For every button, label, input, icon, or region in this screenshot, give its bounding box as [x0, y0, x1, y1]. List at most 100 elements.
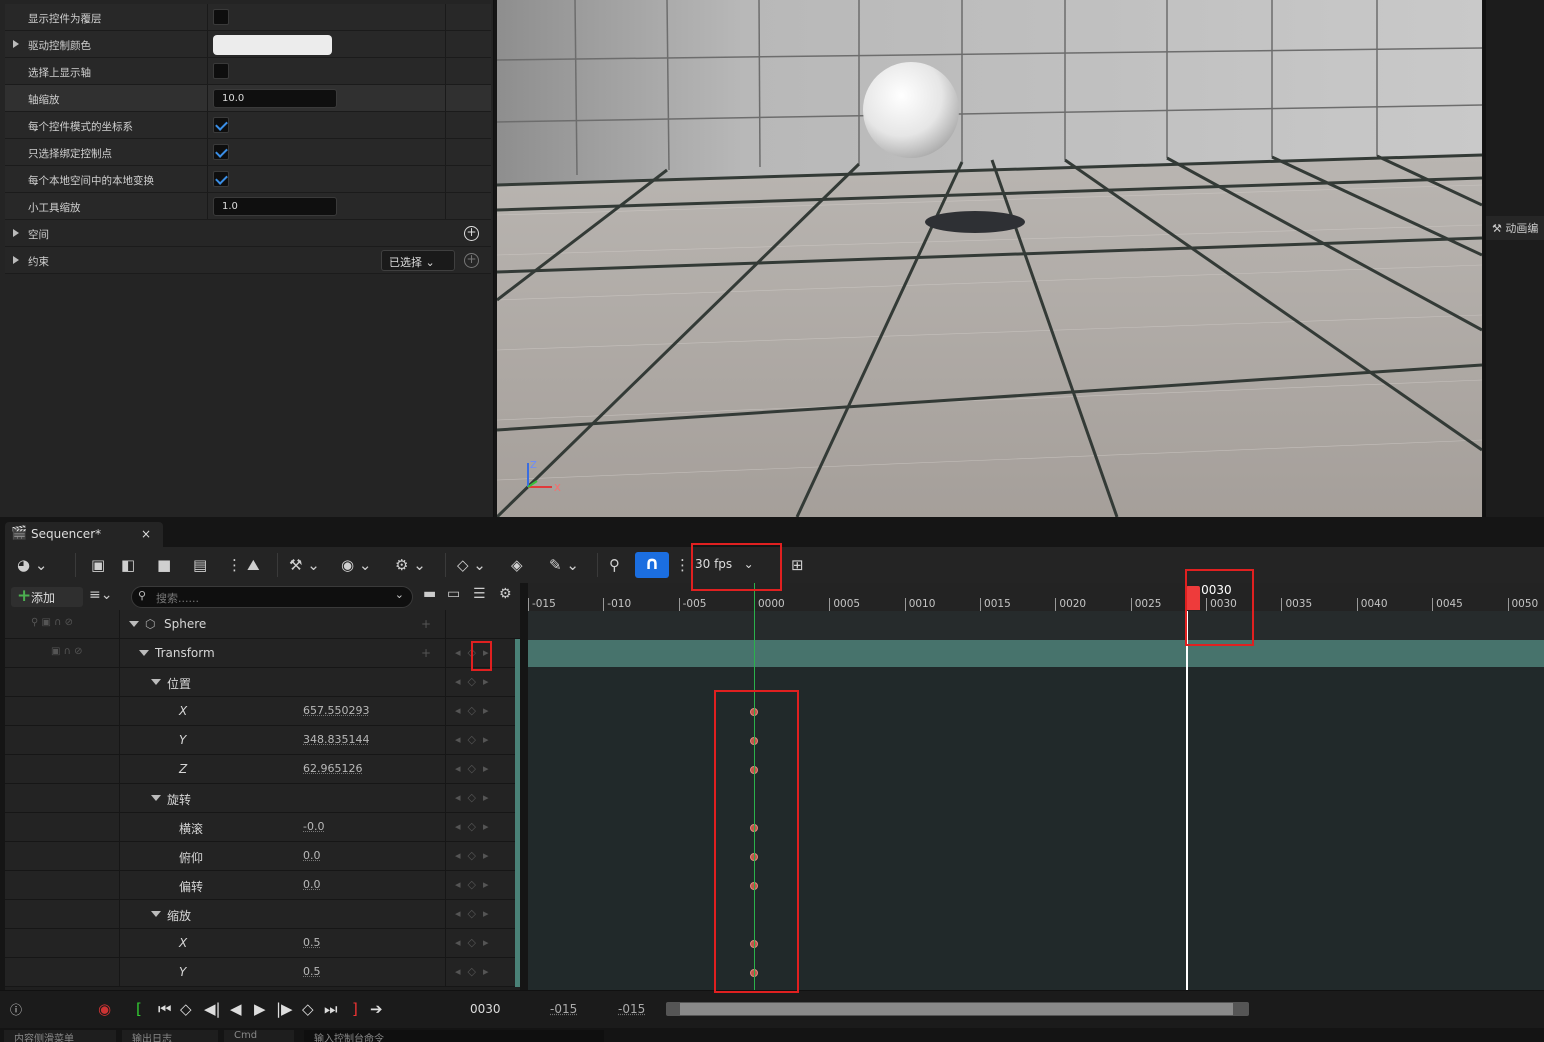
track-value-field[interactable]: 0.5 [303, 965, 321, 978]
jump-to-start-icon[interactable]: ⏮ [158, 1000, 172, 1018]
track-row[interactable]: Z 62.965126 ◂◇▸ [5, 755, 520, 784]
collapse-arrow-icon[interactable] [151, 795, 161, 801]
auto-key-icon[interactable]: ◈ [511, 555, 523, 575]
track-row[interactable]: 俯仰 0.0 ◂◇▸ [5, 842, 520, 871]
key-navigation-icons[interactable]: ◂◇▸ [455, 733, 496, 746]
color-swatch[interactable] [213, 35, 332, 55]
save-sequence-icon[interactable]: ▣ [91, 555, 105, 575]
key-navigation-icons[interactable]: ◂◇▸ [455, 907, 496, 920]
key-navigation-icons[interactable]: ◂◇▸ [455, 849, 496, 862]
filter-icon[interactable]: ≡⌄ [89, 587, 112, 603]
loop-arrow-icon[interactable]: ➔ [370, 1000, 383, 1018]
fps-dropdown[interactable]: 30 fps ⌄ [695, 557, 754, 571]
only-select-rig-checkbox[interactable] [213, 144, 229, 160]
jump-to-end-icon[interactable]: ⏭ [324, 1000, 338, 1018]
info-icon[interactable]: ⓘ [10, 1001, 22, 1018]
set-start-icon[interactable]: [ [136, 1000, 142, 1018]
animation-tab[interactable]: ⚒ 动画编 [1486, 216, 1544, 240]
coord-system-checkbox[interactable] [213, 117, 229, 133]
current-frame-field[interactable]: 0030 [470, 1002, 501, 1016]
key-navigation-icons[interactable]: ◂◇▸ [455, 675, 496, 688]
track-value-field[interactable]: -0.0 [303, 820, 324, 833]
collapse-arrow-icon[interactable] [151, 679, 161, 685]
key-navigation-icons[interactable]: ◂◇▸ [455, 791, 496, 804]
set-end-icon[interactable]: ] [352, 1000, 358, 1018]
key-interpolation-icon[interactable]: ◇ ⌄ [457, 555, 486, 575]
level-viewport[interactable]: Z X [497, 0, 1482, 517]
step-back-icon[interactable]: ◀| [204, 1000, 221, 1018]
key-navigation-icons[interactable]: ◂◇▸ [455, 762, 496, 775]
collapse-arrow-icon[interactable] [151, 911, 161, 917]
tools-icon[interactable]: ⚒ ⌄ [289, 555, 320, 575]
sequencer-tab[interactable]: 🎬 Sequencer* × [5, 522, 163, 548]
expand-icon[interactable]: ▭ [447, 586, 460, 602]
local-transforms-checkbox[interactable] [213, 171, 229, 187]
edit-mode-icon[interactable]: ✎ ⌄ [549, 555, 579, 575]
settings-gear-icon[interactable]: ⚙ [499, 586, 512, 602]
add-subtrack-icon[interactable]: + [421, 646, 431, 660]
add-space-icon[interactable]: + [464, 226, 479, 241]
track-row[interactable]: X 0.5 ◂◇▸ [5, 929, 520, 958]
key-navigation-icons[interactable]: ◂◇▸ [455, 704, 496, 717]
track-value-field[interactable]: 348.835144 [303, 733, 369, 746]
prev-key-icon[interactable]: ◇ [180, 1000, 192, 1018]
track-row[interactable]: 位置 ◂◇▸ [5, 668, 520, 697]
key-navigation-icons[interactable]: ◂◇▸ [455, 646, 496, 659]
render-movie-icon[interactable]: ▤ [193, 555, 207, 575]
sequence-actions-icon[interactable]: ⛰ [247, 555, 260, 575]
next-key-icon[interactable]: ◇ [302, 1000, 314, 1018]
key-navigation-icons[interactable]: ◂◇▸ [455, 965, 496, 978]
record-icon[interactable]: ◉ [98, 1000, 111, 1018]
more-options-icon[interactable]: ⋮ [227, 555, 242, 575]
find-asset-icon[interactable]: ◧ [121, 555, 135, 575]
track-row[interactable]: Y 0.5 ◂◇▸ [5, 958, 520, 987]
track-row[interactable]: ⬡ ⚲ ▣ ∩ ⊘ Sphere + [5, 610, 520, 639]
track-value-field[interactable]: 0.0 [303, 878, 321, 891]
track-search-input[interactable]: ⚲ 搜索...... ⌄ [131, 586, 413, 608]
track-value-field[interactable]: 0.0 [303, 849, 321, 862]
show-axis-checkbox[interactable] [213, 63, 229, 79]
camera-icon[interactable]: ■ [157, 555, 171, 575]
curve-editor-icon[interactable]: ⊞ [791, 555, 804, 575]
collapse-icon[interactable]: ▬ [423, 586, 436, 602]
sequencer-timeline[interactable]: -015 -010 -005 0000 0005 0010 0015 0020 0025 0030… [528, 583, 1544, 990]
show-widgets-overlay-checkbox[interactable] [213, 9, 229, 25]
track-value-field[interactable]: 657.550293 [303, 704, 369, 717]
location-pin-icon[interactable]: ⚲ [609, 555, 620, 575]
play-icon[interactable]: ▶ [254, 1000, 266, 1018]
track-row[interactable]: 旋转 ◂◇▸ [5, 784, 520, 813]
scrollbar-thumb[interactable] [680, 1003, 1233, 1015]
add-subtrack-icon[interactable]: + [421, 617, 431, 631]
track-row[interactable]: X 657.550293 ◂◇▸ [5, 697, 520, 726]
playhead-handle[interactable] [1186, 586, 1201, 610]
view-options-icon[interactable]: ◉ ⌄ [341, 555, 371, 575]
add-track-button[interactable]: + 添加 [11, 586, 83, 607]
timeline-row-transform-section[interactable] [528, 640, 1544, 667]
timeline-tracks[interactable] [528, 611, 1544, 990]
playhead-line[interactable] [1186, 611, 1189, 990]
world-icon[interactable]: ◕ ⌄ [17, 555, 47, 575]
cmd-tab[interactable]: Cmd [224, 1030, 294, 1042]
collapse-arrow-icon[interactable] [139, 650, 149, 656]
timeline-scrollbar[interactable] [666, 1002, 1249, 1016]
track-row[interactable]: ▣ ∩ ⊘ Transform + ◂◇▸ [5, 639, 520, 668]
playback-options-icon[interactable]: ⚙ ⌄ [395, 555, 426, 575]
time-ruler[interactable]: -015 -010 -005 0000 0005 0010 0015 0020 0025 0030… [528, 583, 1544, 611]
track-row[interactable]: 横滚 -0.0 ◂◇▸ [5, 813, 520, 842]
close-tab-icon[interactable]: × [141, 527, 151, 541]
key-navigation-icons[interactable]: ◂◇▸ [455, 820, 496, 833]
track-lock-mute-icons[interactable]: ⚲ ▣ ∩ ⊘ [31, 617, 73, 628]
gizmo-scale-input[interactable]: 1.0 [213, 197, 337, 216]
track-lock-mute-icons[interactable]: ▣ ∩ ⊘ [51, 646, 83, 657]
content-drawer-tab[interactable]: 内容侧滑菜单 [4, 1030, 116, 1042]
step-forward-icon[interactable]: |▶ [276, 1000, 293, 1018]
play-reverse-icon[interactable]: ◀ [230, 1000, 242, 1018]
add-constraint-icon[interactable]: + [464, 253, 479, 268]
track-value-field[interactable]: 62.965126 [303, 762, 363, 775]
selected-dropdown[interactable]: 已选择 ⌄ [381, 250, 455, 271]
snap-options-icon[interactable]: ⋮ [675, 555, 690, 575]
expand-arrow-icon[interactable] [13, 40, 19, 48]
track-row[interactable]: 偏转 0.0 ◂◇▸ [5, 871, 520, 900]
expand-arrow-icon[interactable] [13, 256, 19, 264]
console-command-input[interactable]: 输入控制台命令 [304, 1030, 604, 1042]
